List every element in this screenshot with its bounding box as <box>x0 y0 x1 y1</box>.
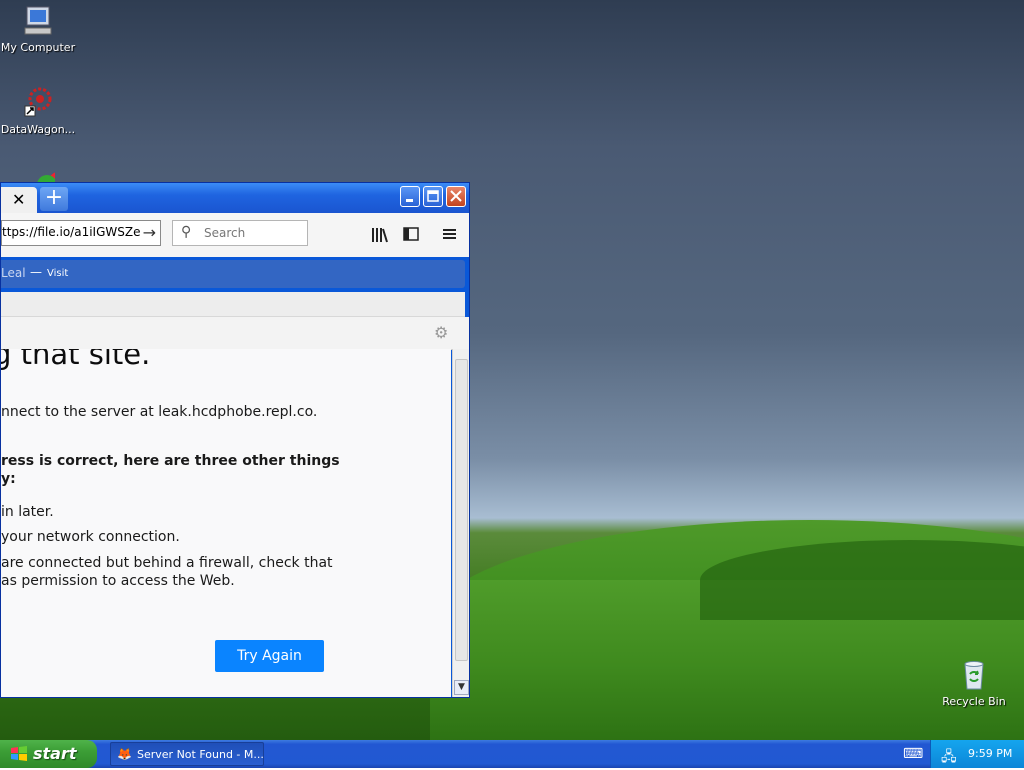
error-tip-1: in later. <box>1 504 54 520</box>
error-page: g that site. nnect to the server at leak… <box>1 349 451 697</box>
search-input[interactable]: ⚲ Search <box>172 220 308 246</box>
datawagon-icon <box>24 87 52 117</box>
notification-prefix: Leal <box>1 266 26 280</box>
url-text: ttps://file.io/a1iIGWSZe <box>2 225 141 239</box>
error-hint-heading-cont: y: <box>1 471 16 487</box>
maximize-button[interactable] <box>423 186 443 207</box>
desktop-icon-label: DataWagon... <box>0 123 76 136</box>
desktop-icon-label: My Computer <box>0 41 76 54</box>
close-icon <box>450 190 462 202</box>
library-icon[interactable] <box>371 227 389 243</box>
sidebar-icon[interactable] <box>403 227 419 242</box>
clock: 9:59 PM <box>968 747 1013 760</box>
try-again-button[interactable]: Try Again <box>215 640 324 672</box>
title-bar[interactable]: ✕ + <box>1 183 469 213</box>
visit-link[interactable]: Visit <box>47 268 68 279</box>
find-strip: ⚙ <box>1 317 469 350</box>
start-button[interactable]: start <box>0 740 97 768</box>
error-description: nnect to the server at leak.hcdphobe.rep… <box>1 404 318 420</box>
minimize-icon <box>406 199 413 202</box>
keyboard-icon[interactable]: ⌨ <box>903 746 923 762</box>
error-tip-3-cont: as permission to access the Web. <box>1 573 235 589</box>
new-tab-button[interactable]: + <box>40 187 68 211</box>
my-computer-icon <box>24 6 52 35</box>
system-tray: 🖧 9:59 PM <box>930 740 1024 768</box>
notification-bar[interactable]: Leal — Visit <box>1 260 465 288</box>
search-icon: ⚲ <box>181 224 192 240</box>
close-window-button[interactable] <box>446 186 466 207</box>
scrollbar-thumb[interactable] <box>455 359 468 661</box>
browser-window: ✕ + ttps://file.io/a1iIGWSZe → ⚲ Search <box>0 182 470 698</box>
error-hint-heading: ress is correct, here are three other th… <box>1 453 340 469</box>
recycle-bin-icon <box>964 661 984 690</box>
desktop-icon-datawagon[interactable]: DataWagon... <box>0 86 78 136</box>
maximize-icon <box>427 190 439 202</box>
bookmarks-strip <box>1 292 465 317</box>
error-tip-3: are connected but behind a firewall, che… <box>1 555 333 571</box>
taskbar-item-browser[interactable]: 🦊 Server Not Found - M... <box>110 742 264 766</box>
gear-icon[interactable]: ⚙ <box>434 323 448 342</box>
menu-icon[interactable] <box>443 228 457 241</box>
vertical-scrollbar[interactable]: ▼ <box>452 349 469 697</box>
url-bar[interactable]: ttps://file.io/a1iIGWSZe → <box>1 220 161 246</box>
scroll-down-icon[interactable]: ▼ <box>454 680 469 695</box>
network-icon[interactable]: 🖧 <box>941 746 957 770</box>
taskbar-item-label: Server Not Found - M... <box>137 748 264 761</box>
error-tip-2: your network connection. <box>1 529 180 545</box>
search-placeholder: Search <box>204 226 246 240</box>
notification-dash: — <box>30 265 42 279</box>
error-title: g that site. <box>1 349 151 371</box>
desktop-icon-label: Recycle Bin <box>942 695 1006 708</box>
desktop-icon-my-computer[interactable]: My Computer <box>0 4 78 54</box>
browser-app-icon: 🦊 <box>117 747 132 761</box>
minimize-button[interactable] <box>400 186 420 207</box>
taskbar: start 🦊 Server Not Found - M... ⌨ 🖧 9:59… <box>0 740 1024 768</box>
browser-tab[interactable]: ✕ <box>1 187 37 213</box>
desktop-icon-recycle-bin[interactable]: Recycle Bin <box>934 658 1014 708</box>
windows-flag-icon <box>11 746 27 761</box>
start-label: start <box>33 744 77 763</box>
nav-toolbar: ttps://file.io/a1iIGWSZe → ⚲ Search <box>1 213 469 257</box>
close-tab-icon[interactable]: ✕ <box>12 190 25 209</box>
go-arrow-icon[interactable]: → <box>143 223 156 242</box>
